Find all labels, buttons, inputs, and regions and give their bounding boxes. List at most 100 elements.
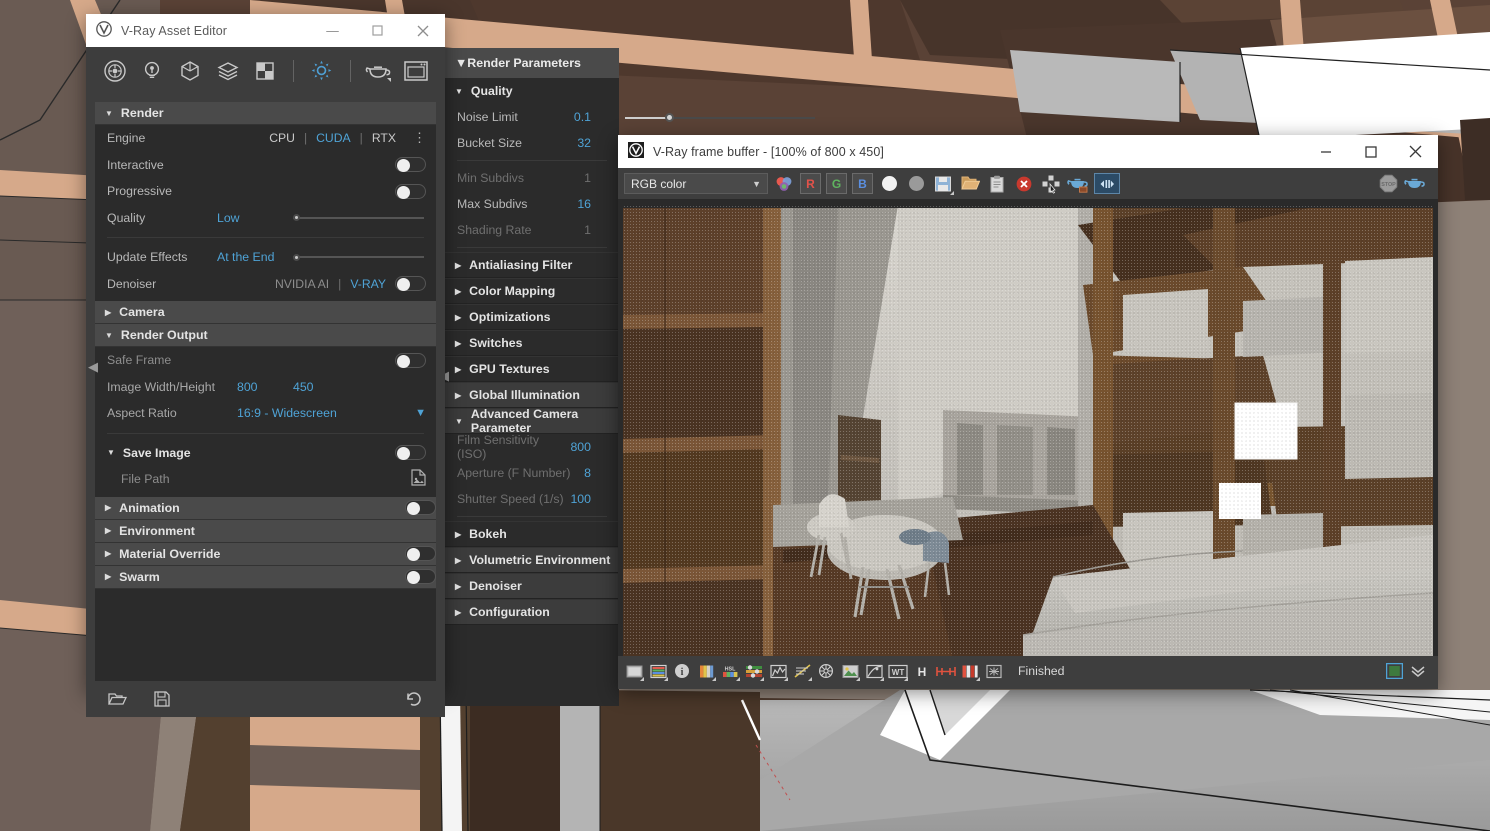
revert-arrow-icon[interactable] xyxy=(377,691,423,707)
minimize-button[interactable]: — xyxy=(310,14,355,47)
collapse-left-arrow-icon[interactable]: ◀ xyxy=(88,359,98,375)
icc-profile-icon[interactable] xyxy=(960,661,980,681)
lut-icon[interactable] xyxy=(816,661,836,681)
load-image-icon[interactable] xyxy=(959,173,981,195)
green-channel-button[interactable]: G xyxy=(826,173,847,194)
section-material-override[interactable]: ▶ Material Override xyxy=(95,542,436,566)
clear-image-icon[interactable] xyxy=(1013,173,1035,195)
row-value[interactable]: 16 xyxy=(577,197,591,211)
interactive-toggle[interactable] xyxy=(395,157,426,173)
section-environment[interactable]: ▶ Environment xyxy=(95,519,436,543)
settings-gear-icon[interactable] xyxy=(305,55,339,87)
section-render-output[interactable]: ▼ Render Output xyxy=(95,324,436,347)
show-image-icon[interactable] xyxy=(624,661,644,681)
section-quality[interactable]: ▼ Quality xyxy=(445,78,619,104)
blue-channel-button[interactable]: B xyxy=(852,173,873,194)
render-elements-icon[interactable] xyxy=(211,55,245,87)
denoiser-option-vray[interactable]: V-RAY xyxy=(350,277,386,291)
color-balance-icon[interactable] xyxy=(744,661,764,681)
section-denoiser[interactable]: ▶ Denoiser xyxy=(445,573,619,599)
red-channel-button[interactable]: R xyxy=(800,173,821,194)
quality-slider[interactable] xyxy=(293,212,424,224)
frame-buffer-titlebar[interactable]: V-Ray frame buffer - [100% of 800 x 450] xyxy=(618,135,1438,168)
update-effects-slider[interactable] xyxy=(293,251,424,263)
row-value[interactable]: 800 xyxy=(570,440,591,454)
render-last-icon[interactable] xyxy=(1067,173,1089,195)
render-parameters-header[interactable]: ▼ Render Parameters xyxy=(445,48,619,78)
row-bucket-size[interactable]: Bucket Size 32 xyxy=(445,130,619,156)
noise-limit-slider[interactable] xyxy=(625,111,815,125)
close-button[interactable] xyxy=(400,14,445,47)
row-film-sensitivity[interactable]: Film Sensitivity (ISO) 800 xyxy=(445,433,619,461)
stamp-icon[interactable] xyxy=(984,661,1004,681)
quality-value[interactable]: Low xyxy=(217,211,279,225)
section-bokeh[interactable]: ▶ Bokeh xyxy=(445,521,619,547)
section-advanced-camera-parameters[interactable]: ▼ Advanced Camera Parameter xyxy=(445,407,619,435)
material-override-toggle[interactable] xyxy=(405,546,436,561)
image-width-field[interactable]: 800 xyxy=(237,380,293,394)
color-corrections-icon[interactable] xyxy=(648,661,668,681)
pixel-info-icon[interactable]: i xyxy=(672,661,692,681)
update-effects-value[interactable]: At the End xyxy=(217,250,279,264)
render-region-toggle-icon[interactable] xyxy=(1384,661,1404,681)
row-noise-limit[interactable]: Noise Limit 0.1 xyxy=(445,104,619,130)
close-button[interactable] xyxy=(1393,135,1438,168)
animation-toggle[interactable] xyxy=(405,500,436,515)
compare-horizontal-icon[interactable] xyxy=(936,661,956,681)
white-balance-icon[interactable]: WT xyxy=(888,661,908,681)
section-camera[interactable]: ▶ Camera xyxy=(95,301,436,324)
section-global-illumination[interactable]: ▶ Global Illumination xyxy=(445,382,619,408)
levels-icon[interactable] xyxy=(768,661,788,681)
chevron-down-icon[interactable]: ▼ xyxy=(415,407,426,419)
region-render-icon[interactable] xyxy=(1040,173,1062,195)
folder-open-icon[interactable] xyxy=(108,691,154,707)
frame-buffer-icon[interactable] xyxy=(399,55,433,87)
background-image-icon[interactable] xyxy=(840,661,860,681)
section-configuration[interactable]: ▶ Configuration xyxy=(445,599,619,625)
hsl-icon[interactable]: HSL xyxy=(720,661,740,681)
materials-icon[interactable] xyxy=(98,55,132,87)
engine-option-rtx[interactable]: RTX xyxy=(372,131,396,145)
hue-icon[interactable]: H xyxy=(912,661,932,681)
rendered-image[interactable] xyxy=(623,205,1433,656)
alpha-white-icon[interactable] xyxy=(878,173,900,195)
aspect-ratio-value[interactable]: 16:9 - Widescreen xyxy=(237,406,337,420)
minimize-button[interactable] xyxy=(1303,135,1348,168)
section-render[interactable]: ▼ Render xyxy=(95,102,436,125)
progressive-toggle[interactable] xyxy=(395,183,426,199)
row-value[interactable]: 100 xyxy=(570,492,591,506)
save-image-toggle[interactable] xyxy=(395,445,426,461)
row-aperture[interactable]: Aperture (F Number) 8 xyxy=(445,460,619,486)
row-value[interactable]: 8 xyxy=(584,466,591,480)
color-wheel-icon[interactable] xyxy=(773,173,795,195)
vfb-settings-icon[interactable] xyxy=(1094,173,1120,194)
section-gpu-textures[interactable]: ▶ GPU Textures xyxy=(445,356,619,382)
section-volumetric-environment[interactable]: ▶ Volumetric Environment xyxy=(445,547,619,573)
alpha-grey-icon[interactable] xyxy=(905,173,927,195)
section-animation[interactable]: ▶ Animation xyxy=(95,496,436,520)
lights-icon[interactable] xyxy=(136,55,170,87)
render-teapot-icon[interactable] xyxy=(1404,173,1426,195)
expand-panel-chevron-icon[interactable] xyxy=(1408,661,1428,681)
row-value[interactable]: 0.1 xyxy=(574,110,591,124)
image-height-field[interactable]: 450 xyxy=(293,380,314,394)
render-teapot-icon[interactable] xyxy=(362,55,396,87)
geometry-icon[interactable] xyxy=(173,55,207,87)
safe-frame-toggle[interactable] xyxy=(395,352,426,368)
browse-file-icon[interactable] xyxy=(411,469,426,489)
asset-editor-titlebar[interactable]: V-Ray Asset Editor — xyxy=(86,14,445,47)
section-optimizations[interactable]: ▶ Optimizations xyxy=(445,304,619,330)
row-shutter-speed[interactable]: Shutter Speed (1/s) 100 xyxy=(445,486,619,512)
engine-option-cpu[interactable]: CPU xyxy=(269,131,295,145)
row-value[interactable]: 32 xyxy=(577,136,591,150)
more-options-kebab-icon[interactable]: ⋮ xyxy=(413,131,426,144)
exposure-icon[interactable] xyxy=(696,661,716,681)
render-canvas[interactable] xyxy=(618,199,1438,656)
section-antialiasing-filter[interactable]: ▶ Antialiasing Filter xyxy=(445,252,619,278)
channel-select[interactable]: RGB color ▼ xyxy=(624,173,768,194)
clipboard-copy-icon[interactable] xyxy=(986,173,1008,195)
maximize-button[interactable] xyxy=(1348,135,1393,168)
row-max-subdivs[interactable]: Max Subdivs 16 xyxy=(445,191,619,217)
save-image-icon[interactable] xyxy=(932,173,954,195)
denoiser-toggle[interactable] xyxy=(395,276,426,292)
